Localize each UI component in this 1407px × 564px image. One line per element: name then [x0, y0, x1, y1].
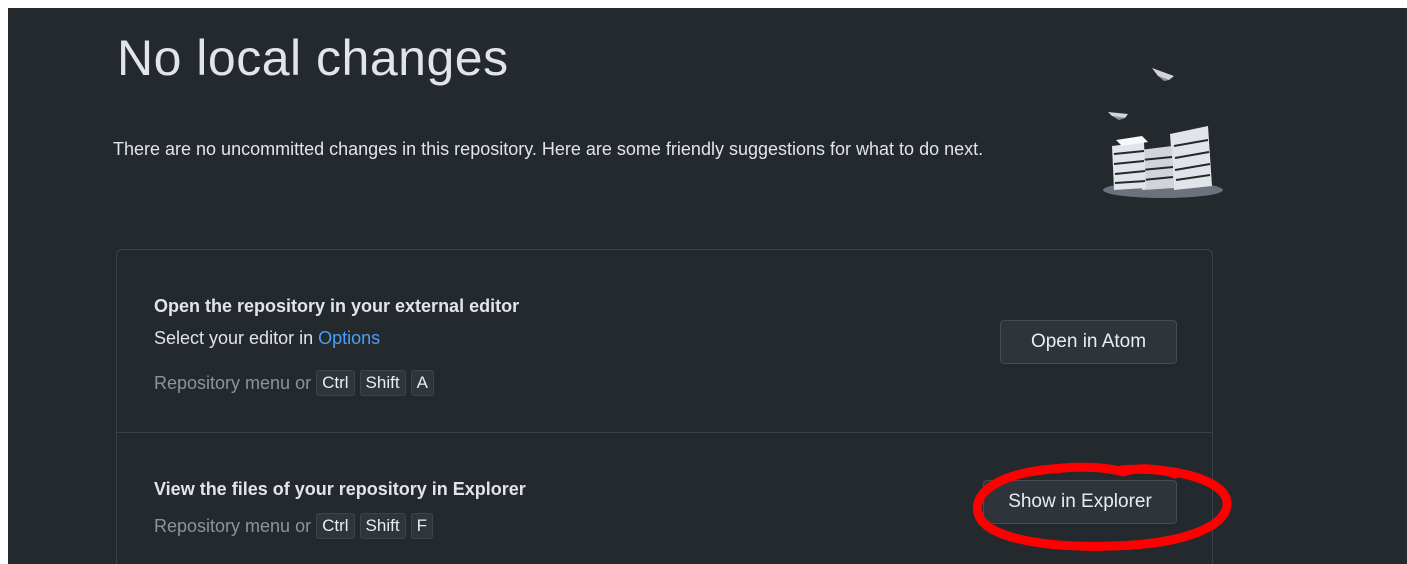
paper-stack-illustration [1103, 68, 1223, 198]
no-changes-view: No local changes There are no uncommitte… [8, 8, 1407, 564]
open-in-atom-button[interactable]: Open in Atom [1000, 320, 1177, 364]
key-shift: Shift [359, 370, 406, 396]
description-text: Select your editor in [154, 328, 319, 348]
key-shift: Shift [359, 513, 406, 539]
suggestion-description: Select your editor in Options [154, 328, 380, 349]
key-ctrl: Ctrl [316, 513, 355, 539]
shortcut-hint: Repository menu or Ctrl Shift F [154, 513, 433, 539]
shortcut-hint: Repository menu or Ctrl Shift A [154, 370, 434, 396]
shortcut-prefix: Repository menu or [154, 515, 312, 536]
suggestion-open-editor: Open the repository in your external edi… [117, 250, 1212, 433]
suggestions-panel: Open the repository in your external edi… [116, 249, 1213, 564]
key-a: A [410, 370, 434, 396]
key-ctrl: Ctrl [316, 370, 355, 396]
suggestion-title: View the files of your repository in Exp… [154, 479, 526, 499]
suggestion-title: Open the repository in your external edi… [154, 296, 520, 316]
options-link[interactable]: Options [318, 328, 380, 348]
page-subtitle: There are no uncommitted changes in this… [113, 139, 984, 159]
show-in-explorer-button[interactable]: Show in Explorer [983, 480, 1177, 524]
suggestion-show-explorer: View the files of your repository in Exp… [117, 433, 1212, 564]
key-f: F [410, 513, 433, 539]
page-title: No local changes [117, 30, 509, 86]
shortcut-prefix: Repository menu or [154, 372, 312, 393]
